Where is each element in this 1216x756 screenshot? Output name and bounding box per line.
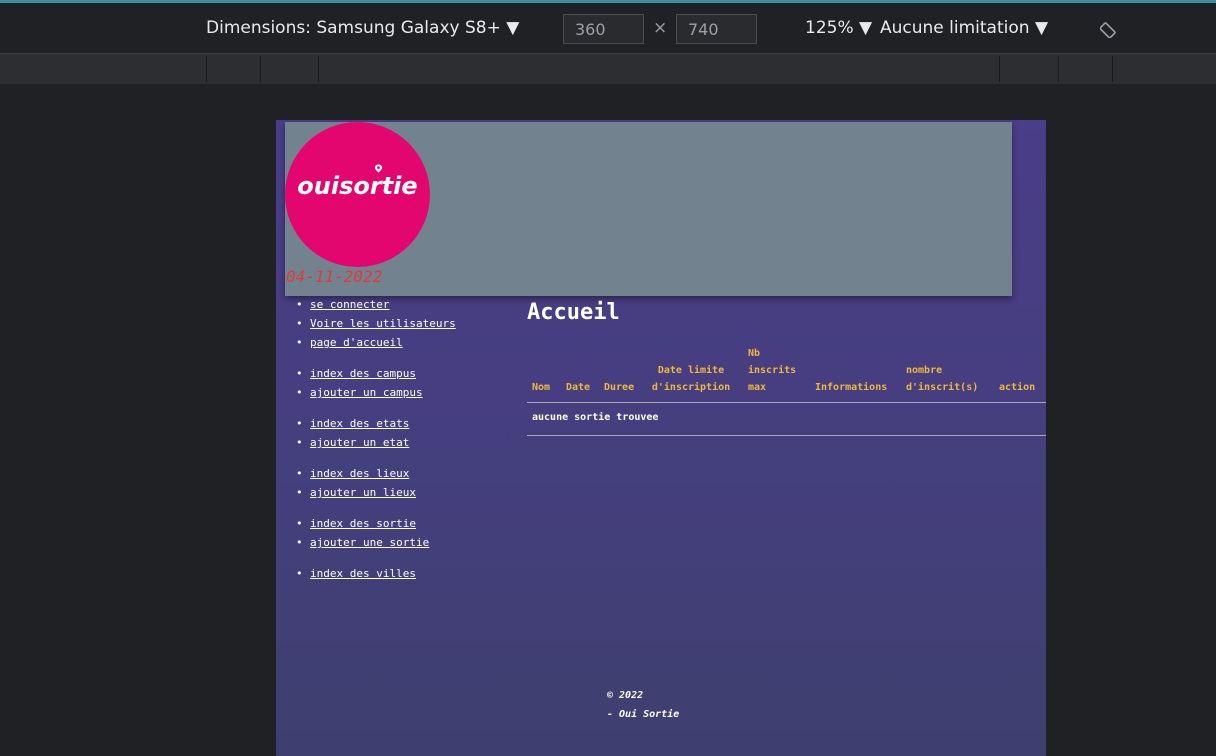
footer-copyright: © 2022 xyxy=(607,690,644,701)
nav-link[interactable]: ajouter un campus xyxy=(310,386,423,399)
throttling-dropdown[interactable]: Aucune limitation ▼ xyxy=(880,3,1048,53)
table-header-nombre-inscrits: nombre d'inscrit(s) xyxy=(906,365,979,393)
table-header-date-limite: Date limite d'inscription xyxy=(651,365,731,393)
device-viewport: ouisortie 04-11-2022 • se connecter • Voire… xyxy=(276,120,1046,756)
nav-item[interactable]: • index des lieux xyxy=(296,467,409,480)
nav-bullet: • xyxy=(296,517,303,530)
device-width-input[interactable]: 360 xyxy=(563,14,644,44)
nav-link[interactable]: ajouter un etat xyxy=(310,436,409,449)
device-dimensions-dropdown[interactable]: Dimensions: Samsung Galaxy S8+ ▼ xyxy=(206,3,519,53)
nav-item[interactable]: • ajouter un campus xyxy=(296,386,423,399)
nav-bullet: • xyxy=(296,536,303,549)
nav-link[interactable]: Voire les utilisateurs xyxy=(310,317,456,330)
dimension-times-sign: × xyxy=(653,18,668,38)
nav-item[interactable]: • ajouter un lieux xyxy=(296,486,416,499)
zoom-dropdown[interactable]: 125% ▼ xyxy=(805,3,872,53)
nav-item[interactable]: • ajouter un etat xyxy=(296,436,409,449)
nav-item[interactable]: • Voire les utilisateurs xyxy=(296,317,456,330)
media-query-divider xyxy=(318,56,319,82)
media-query-divider xyxy=(1112,56,1113,82)
device-height-input[interactable]: 740 xyxy=(676,14,757,44)
media-query-divider xyxy=(999,56,1000,82)
current-date: 04-11-2022 xyxy=(286,267,383,286)
nav-item[interactable]: • page d'accueil xyxy=(296,336,403,349)
table-header-duree: Duree xyxy=(604,382,635,393)
footer-site-name: - Oui Sortie xyxy=(607,709,680,720)
nav-bullet: • xyxy=(296,436,303,449)
table-header-nb-inscrits-max: Nb inscrits max xyxy=(748,348,797,393)
nav-item[interactable]: • index des etats xyxy=(296,417,409,430)
nav-item[interactable]: • ajouter une sortie xyxy=(296,536,429,549)
page-title: Accueil xyxy=(527,300,620,325)
nav-bullet: • xyxy=(296,386,303,399)
nav-link[interactable]: index des sortie xyxy=(310,517,416,530)
nav-link[interactable]: se connecter xyxy=(310,298,389,311)
nav-link[interactable]: index des etats xyxy=(310,417,409,430)
media-query-divider xyxy=(206,56,207,82)
nav-link[interactable]: index des campus xyxy=(310,367,416,380)
table-header-action: action xyxy=(999,382,1036,393)
nav-bullet: • xyxy=(296,336,303,349)
empty-table-message: aucune sortie trouvee xyxy=(532,412,659,423)
nav-link[interactable]: ajouter un lieux xyxy=(310,486,416,499)
table-header-date: Date xyxy=(566,382,591,393)
nav-link[interactable]: index des lieux xyxy=(310,467,409,480)
nav-link[interactable]: ajouter une sortie xyxy=(310,536,429,549)
nav-bullet: • xyxy=(296,367,303,380)
rotate-icon[interactable] xyxy=(1100,20,1118,38)
logo-text: ouisortie xyxy=(297,172,418,200)
table-bottom-divider xyxy=(527,435,1046,436)
nav-item[interactable]: • se connecter xyxy=(296,298,389,311)
media-query-divider xyxy=(260,56,261,82)
nav-bullet: • xyxy=(296,486,303,499)
nav-bullet: • xyxy=(296,467,303,480)
nav-item[interactable]: • index des sortie xyxy=(296,517,416,530)
nav-link[interactable]: index des villes xyxy=(310,567,416,580)
nav-bullet: • xyxy=(296,417,303,430)
nav-bullet: • xyxy=(296,298,303,311)
site-footer: © 2022 - Oui Sortie xyxy=(607,686,679,724)
device-toolbar: Dimensions: Samsung Galaxy S8+ ▼ 360 × 7… xyxy=(0,3,1216,54)
media-query-divider xyxy=(1058,56,1059,82)
nav-bullet: • xyxy=(296,317,303,330)
nav-link[interactable]: page d'accueil xyxy=(310,336,403,349)
table-header-informations: Informations xyxy=(815,382,888,393)
nav-bullet: • xyxy=(296,567,303,580)
site-logo[interactable]: ouisortie xyxy=(285,122,430,267)
media-query-bar xyxy=(0,54,1216,84)
nav-item[interactable]: • index des villes xyxy=(296,567,416,580)
site-header: ouisortie xyxy=(285,122,1012,296)
nav-item[interactable]: • index des campus xyxy=(296,367,416,380)
table-header-nom: Nom xyxy=(532,382,551,393)
table-header-divider xyxy=(527,402,1046,403)
